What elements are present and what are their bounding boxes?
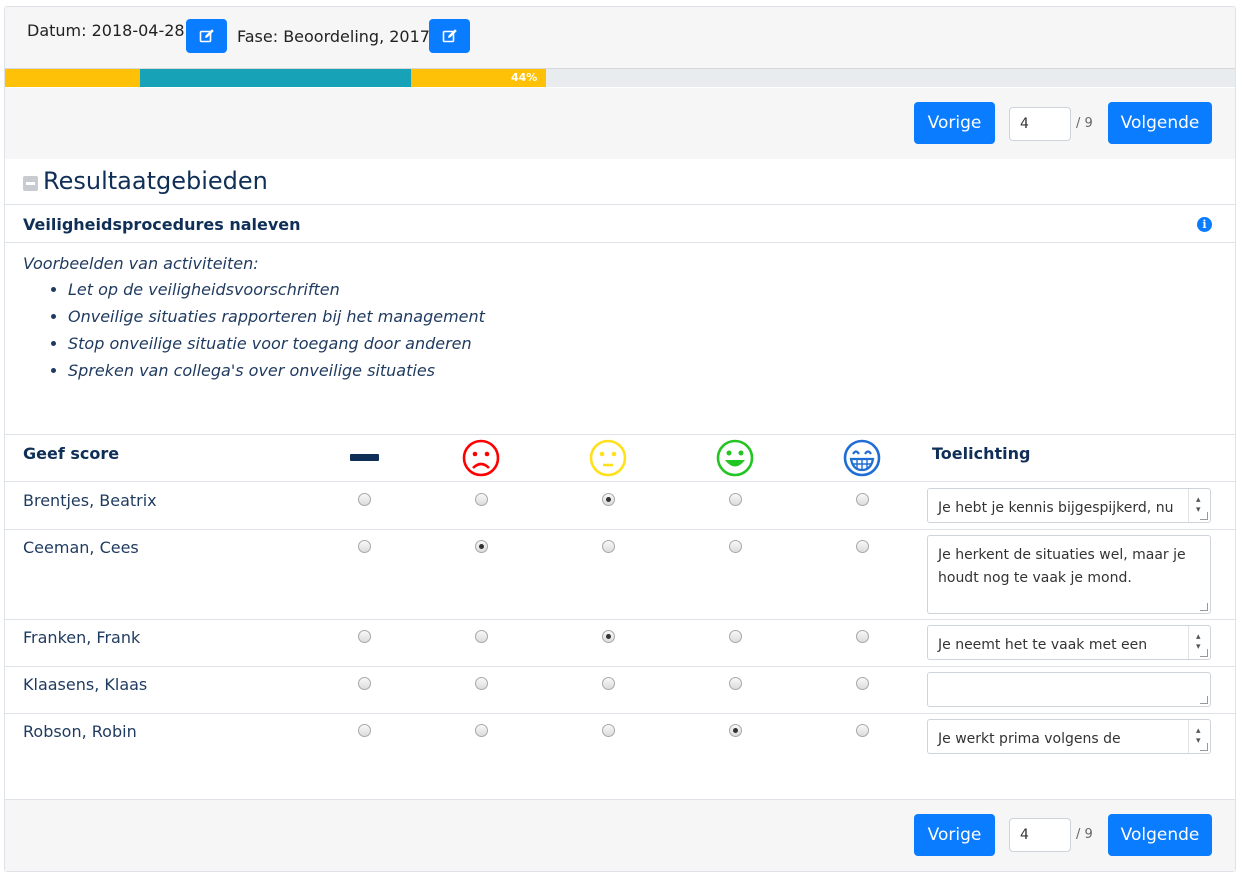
student-name: Ceeman, Cees — [23, 538, 139, 557]
student-name: Robson, Robin — [23, 722, 137, 741]
score-radio[interactable] — [475, 540, 488, 553]
comment-text: Je hebt je kennis bijgespijkerd, nu — [938, 500, 1174, 516]
score-radio[interactable] — [729, 724, 742, 737]
comment-textarea[interactable] — [927, 672, 1211, 707]
score-radio[interactable] — [856, 724, 869, 737]
divider — [5, 619, 1235, 620]
comment-header: Toelichting — [932, 444, 1031, 463]
divider — [5, 666, 1235, 667]
resize-handle[interactable] — [1200, 512, 1208, 520]
score-radio[interactable] — [602, 724, 615, 737]
comment-textarea[interactable]: Je neemt het te vaak met een — [927, 625, 1211, 660]
date-label: Datum: 2018-04-28 — [27, 21, 185, 40]
comment-text: Je herkent de situaties wel, maar je hou… — [938, 547, 1186, 586]
comment-text: Je neemt het te vaak met een — [938, 637, 1148, 653]
score-radio[interactable] — [358, 724, 371, 737]
examples-intro: Voorbeelden van activiteiten: — [23, 254, 259, 273]
comment-textarea[interactable]: Je hebt je kennis bijgespijkerd, nu — [927, 488, 1211, 523]
section-title: Resultaatgebieden — [43, 167, 268, 195]
info-icon[interactable]: i — [1197, 217, 1212, 232]
edit-phase-button[interactable] — [429, 19, 470, 53]
page-total: / 9 — [1076, 116, 1093, 131]
score-radio[interactable] — [475, 630, 488, 643]
subsection-title: Veiligheidsprocedures naleven — [23, 215, 301, 234]
student-name: Brentjes, Beatrix — [23, 491, 157, 510]
next-button-bottom[interactable]: Volgende — [1108, 814, 1212, 856]
student-name: Franken, Frank — [23, 628, 141, 647]
resize-handle[interactable] — [1200, 603, 1208, 611]
prev-button[interactable]: Vorige — [914, 102, 995, 144]
score-radio[interactable] — [856, 677, 869, 690]
score-radio[interactable] — [358, 630, 371, 643]
list-item: Let op de veiligheidsvoorschriften — [68, 276, 485, 303]
score-header: Geef score — [23, 444, 120, 463]
list-item: Spreken van collega's over onveilige sit… — [68, 357, 485, 384]
score-radio[interactable] — [729, 630, 742, 643]
resize-handle[interactable] — [1200, 649, 1208, 657]
score-radio[interactable] — [729, 540, 742, 553]
comment-textarea[interactable]: Je herkent de situaties wel, maar je hou… — [927, 535, 1211, 614]
page-input[interactable] — [1009, 107, 1071, 141]
score-radio[interactable] — [602, 493, 615, 506]
progress-label: 44% — [511, 71, 538, 84]
divider — [5, 529, 1235, 530]
edit-date-button[interactable] — [186, 19, 227, 53]
score-radio[interactable] — [856, 630, 869, 643]
edit-icon — [199, 29, 214, 43]
edit-icon — [442, 29, 457, 43]
score-radio[interactable] — [358, 540, 371, 553]
phase-label: Fase: Beoordeling, 2017 — [237, 27, 430, 46]
collapse-icon[interactable] — [23, 176, 38, 191]
score-radio[interactable] — [475, 493, 488, 506]
grin-icon — [843, 439, 881, 477]
dash-icon — [350, 454, 379, 461]
score-radio[interactable] — [358, 493, 371, 506]
divider — [5, 434, 1235, 435]
progress-segment — [140, 69, 411, 87]
list-item: Onveilige situaties rapporteren bij het … — [68, 303, 485, 330]
score-radio[interactable] — [729, 677, 742, 690]
score-radio[interactable] — [475, 724, 488, 737]
list-item: Stop onveilige situatie voor toegang doo… — [68, 330, 485, 357]
resize-handle[interactable] — [1200, 696, 1208, 704]
divider — [5, 481, 1235, 482]
prev-button-bottom[interactable]: Vorige — [914, 814, 995, 856]
examples-list: Let op de veiligheidsvoorschriften Onvei… — [68, 276, 485, 384]
score-radio[interactable] — [602, 677, 615, 690]
student-name: Klaasens, Klaas — [23, 675, 148, 694]
divider — [5, 713, 1235, 714]
page-total-bottom: / 9 — [1076, 827, 1093, 842]
score-radio[interactable] — [729, 493, 742, 506]
score-radio[interactable] — [602, 630, 615, 643]
neutral-icon — [589, 439, 627, 477]
score-radio[interactable] — [475, 677, 488, 690]
comment-textarea[interactable]: Je werkt prima volgens de — [927, 719, 1211, 754]
smile-icon — [716, 439, 754, 477]
next-button[interactable]: Volgende — [1108, 102, 1212, 144]
progress-bar: 44% — [5, 68, 1235, 87]
comment-text: Je werkt prima volgens de — [938, 731, 1121, 747]
progress-segment — [5, 69, 140, 87]
score-radio[interactable] — [358, 677, 371, 690]
page-input-bottom[interactable] — [1009, 818, 1071, 852]
score-radio[interactable] — [602, 540, 615, 553]
frown-icon — [462, 439, 500, 477]
score-radio[interactable] — [856, 540, 869, 553]
resize-handle[interactable] — [1200, 743, 1208, 751]
score-radio[interactable] — [856, 493, 869, 506]
